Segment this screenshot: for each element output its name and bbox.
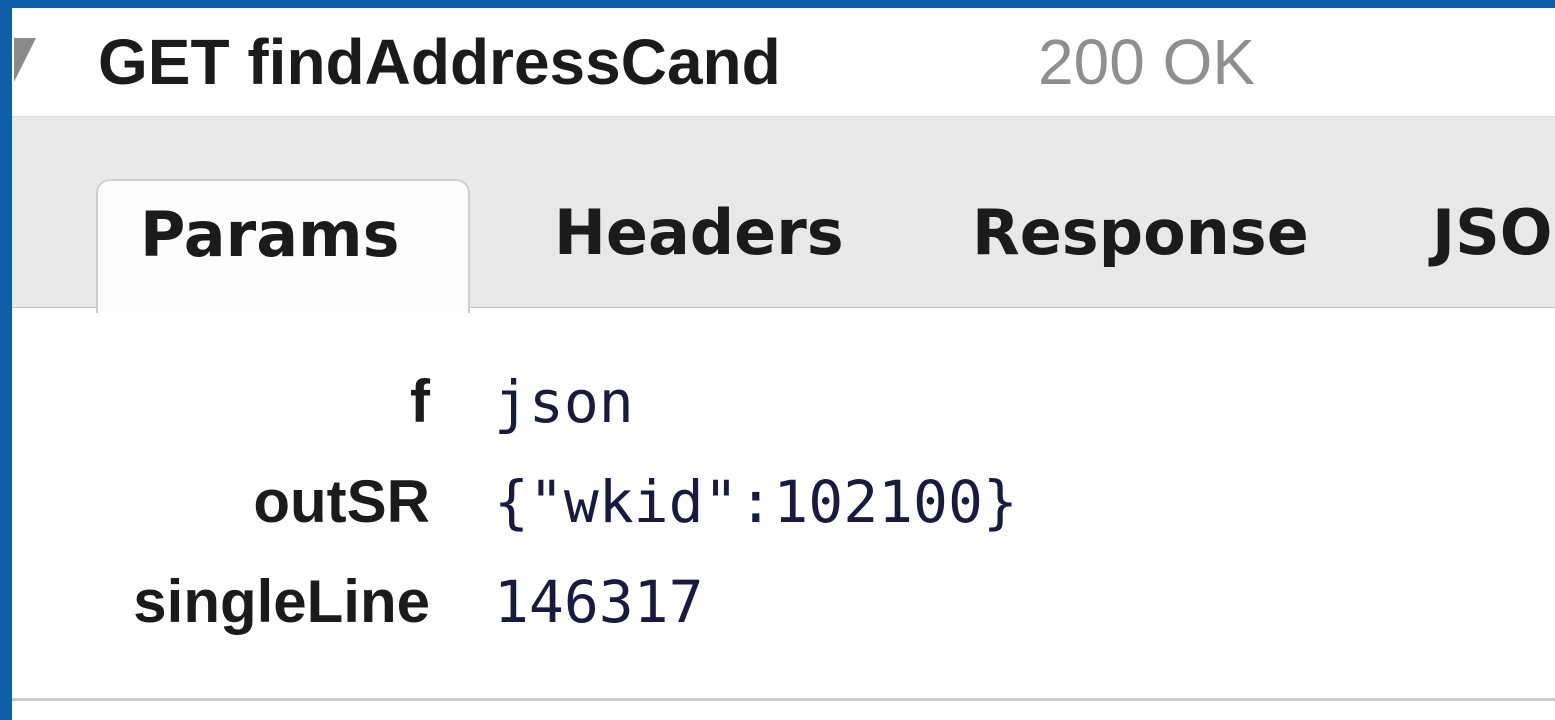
panel-divider bbox=[12, 698, 1555, 701]
tab-params[interactable]: Params bbox=[96, 179, 470, 313]
param-value: 146317 bbox=[494, 568, 704, 636]
param-value: {"wkid":102100} bbox=[494, 468, 1018, 536]
params-panel: f json outSR {"wkid":102100} singleLine … bbox=[12, 308, 1555, 700]
param-name: singleLine bbox=[133, 568, 430, 635]
param-name: f bbox=[410, 368, 430, 435]
tab-bar: Params Headers Response JSON bbox=[12, 116, 1555, 313]
request-panel: GET findAddressCand 200 OK Params Header… bbox=[12, 8, 1555, 720]
request-label[interactable]: GET findAddressCand bbox=[98, 22, 918, 102]
tab-params-label: Params bbox=[140, 198, 400, 271]
tab-json[interactable]: JSON bbox=[1390, 179, 1555, 309]
param-row-singleline: singleLine 146317 bbox=[12, 552, 1555, 652]
tab-json-label: JSON bbox=[1432, 196, 1555, 269]
param-name: outSR bbox=[253, 468, 430, 535]
triangle-down-icon[interactable] bbox=[14, 38, 36, 82]
tab-response[interactable]: Response bbox=[930, 179, 1351, 309]
param-row-f: f json bbox=[12, 352, 1555, 452]
request-row[interactable]: GET findAddressCand 200 OK bbox=[12, 8, 1555, 116]
tab-response-label: Response bbox=[972, 196, 1309, 269]
status-label: 200 OK bbox=[1038, 26, 1256, 98]
param-row-outsr: outSR {"wkid":102100} bbox=[12, 452, 1555, 552]
tab-headers[interactable]: Headers bbox=[512, 179, 886, 309]
tab-headers-label: Headers bbox=[554, 196, 844, 269]
param-value: json bbox=[494, 368, 634, 436]
